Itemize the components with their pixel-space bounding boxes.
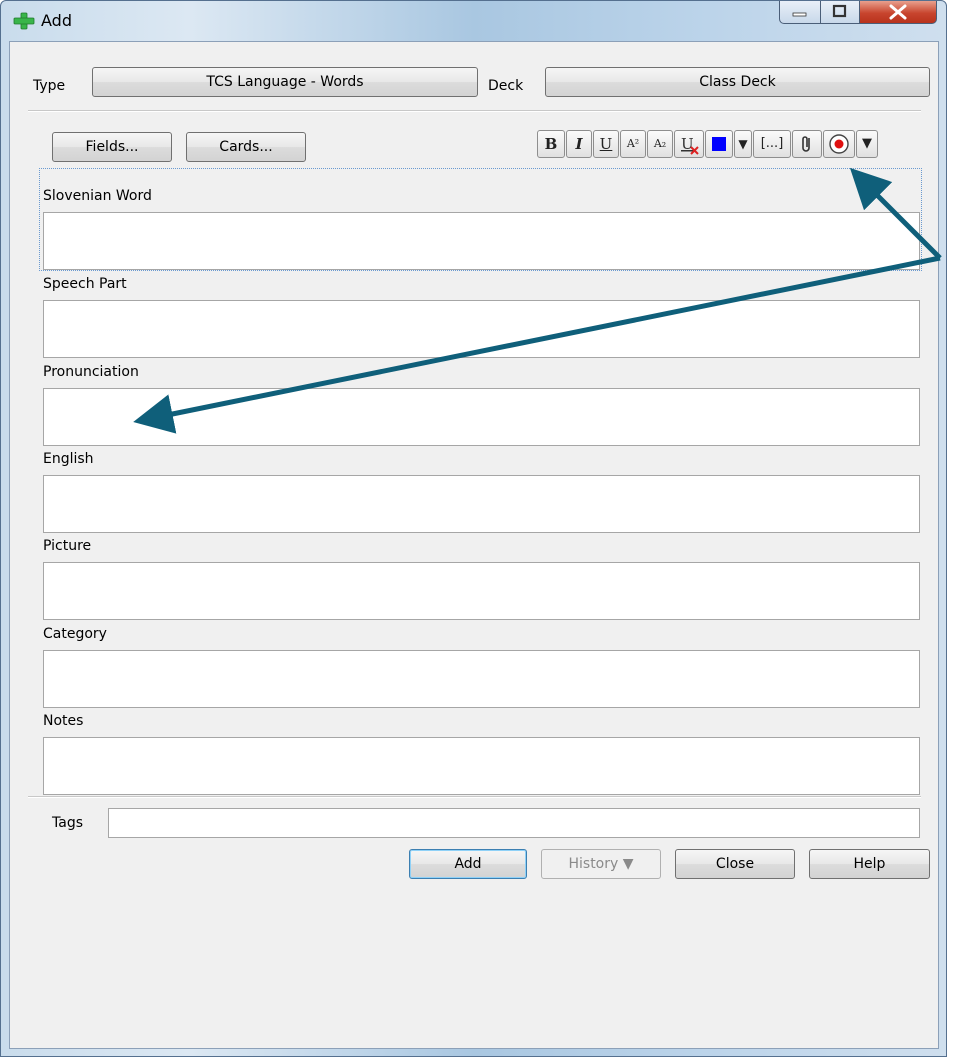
remove-format-button[interactable]: U: [674, 130, 704, 158]
title-bar[interactable]: Add: [1, 1, 946, 41]
tags-label: Tags: [52, 815, 83, 831]
field-input-pronunciation[interactable]: [43, 388, 920, 446]
note-type-button[interactable]: TCS Language - Words: [92, 67, 478, 97]
header-separator: [28, 110, 921, 112]
type-label: Type: [33, 78, 66, 94]
color-swatch-icon: [712, 137, 726, 151]
tags-input[interactable]: [108, 808, 920, 838]
field-label-category: Category: [43, 626, 107, 642]
close-x-icon: [889, 4, 907, 20]
window-title: Add: [41, 11, 72, 30]
field-label-speech-part: Speech Part: [43, 276, 127, 292]
history-button[interactable]: History ▼: [541, 849, 661, 879]
record-audio-button[interactable]: [823, 130, 855, 158]
superscript-button[interactable]: A²: [620, 130, 646, 158]
close-window-button[interactable]: [859, 1, 937, 24]
cards-button[interactable]: Cards...: [186, 132, 306, 162]
cloze-button[interactable]: [...]: [753, 130, 791, 158]
more-options-button[interactable]: ▼: [856, 130, 878, 158]
field-label-notes: Notes: [43, 713, 84, 729]
maximize-button[interactable]: [820, 1, 860, 24]
color-dropdown-button[interactable]: ▼: [734, 130, 752, 158]
italic-button[interactable]: I: [566, 130, 592, 158]
help-button[interactable]: Help: [809, 849, 930, 879]
tags-separator: [28, 796, 921, 798]
fields-button[interactable]: Fields...: [52, 132, 172, 162]
field-label-picture: Picture: [43, 538, 92, 554]
field-input-speech-part[interactable]: [43, 300, 920, 358]
field-label-slovenian-word: Slovenian Word: [43, 188, 152, 204]
maximize-icon: [832, 4, 847, 18]
field-label-pronunciation: Pronunciation: [43, 364, 139, 380]
green-plus-icon: [13, 12, 35, 30]
remove-format-icon: U: [681, 135, 699, 155]
subscript-button[interactable]: A₂: [647, 130, 673, 158]
paperclip-icon: [802, 136, 810, 152]
close-button[interactable]: Close: [675, 849, 795, 879]
svg-text:U: U: [681, 135, 694, 153]
record-icon: [829, 134, 849, 154]
bold-button[interactable]: B: [537, 130, 565, 158]
field-input-english[interactable]: [43, 475, 920, 533]
minimize-icon: [792, 12, 807, 17]
deck-label: Deck: [488, 78, 524, 94]
field-label-english: English: [43, 451, 94, 467]
underline-button[interactable]: U: [593, 130, 619, 158]
add-button[interactable]: Add: [409, 849, 527, 879]
field-input-notes[interactable]: [43, 737, 920, 795]
text-color-button[interactable]: [705, 130, 733, 158]
field-input-picture[interactable]: [43, 562, 920, 620]
minimize-button[interactable]: [779, 1, 821, 24]
deck-button[interactable]: Class Deck: [545, 67, 930, 97]
field-input-category[interactable]: [43, 650, 920, 708]
field-input-slovenian-word[interactable]: [43, 212, 920, 270]
attach-button[interactable]: [792, 130, 822, 158]
